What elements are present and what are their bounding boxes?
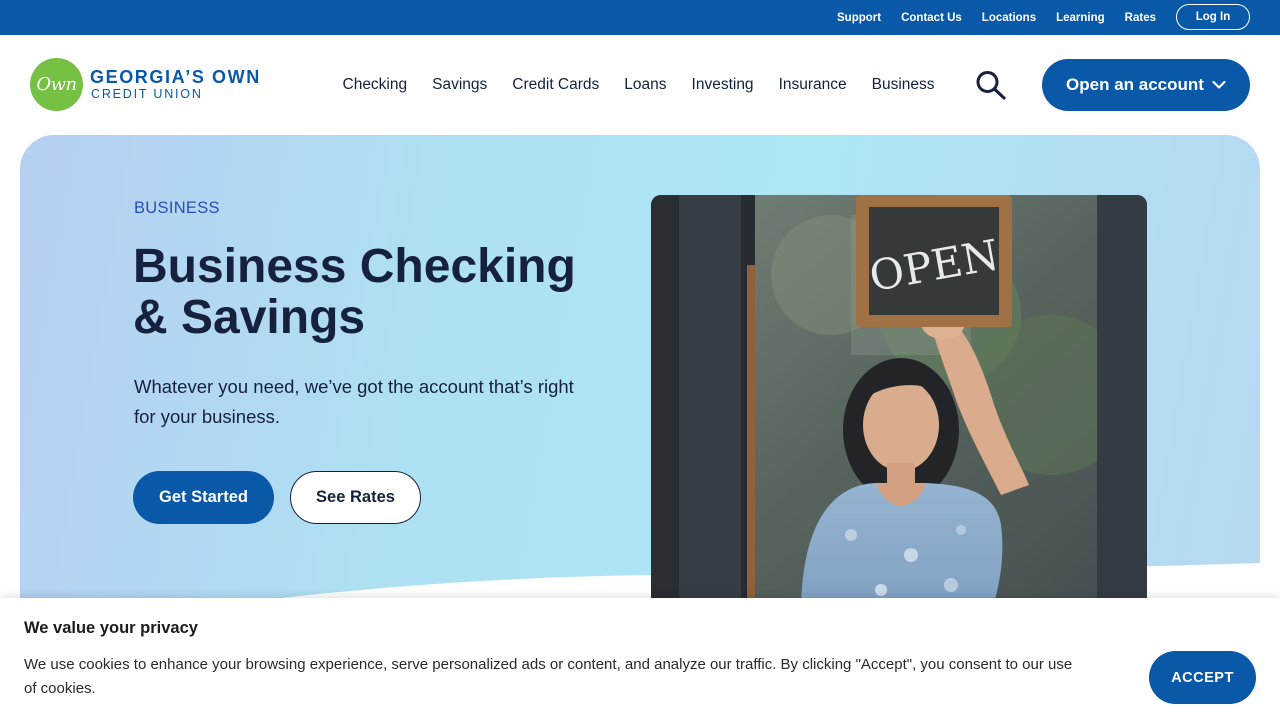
login-button[interactable]: Log In <box>1176 4 1250 30</box>
logo[interactable]: Own GEORGIA’S OWN CREDIT UNION <box>30 58 280 112</box>
search-button[interactable] <box>974 70 1008 100</box>
hero-eyebrow: BUSINESS <box>134 199 220 217</box>
hero-photo-illustration: OPEN <box>651 195 1147 615</box>
utility-link-rates[interactable]: Rates <box>1125 12 1156 24</box>
cookie-banner-title: We value your privacy <box>24 619 198 637</box>
nav-item-checking[interactable]: Checking <box>330 76 420 94</box>
nav-item-insurance[interactable]: Insurance <box>766 76 859 94</box>
get-started-button[interactable]: Get Started <box>133 471 274 524</box>
hero-section: BUSINESS Business Checking & Savings Wha… <box>20 135 1260 655</box>
chevron-down-icon <box>1212 80 1226 89</box>
nav-item-business[interactable]: Business <box>859 76 947 94</box>
nav-item-credit-cards[interactable]: Credit Cards <box>500 76 612 94</box>
cookie-banner: We value your privacy We use cookies to … <box>0 598 1280 720</box>
utility-link-locations[interactable]: Locations <box>982 12 1036 24</box>
hero-title: Business Checking & Savings <box>133 240 576 344</box>
cookie-banner-text: We use cookies to enhance your browsing … <box>24 656 1073 697</box>
main-header: Own GEORGIA’S OWN CREDIT UNION Checking … <box>0 35 1280 135</box>
logo-badge-text: Own <box>36 74 77 95</box>
logo-wordmark: GEORGIA’S OWN <box>90 67 261 87</box>
main-nav: Checking Savings Credit Cards Loans Inve… <box>330 35 947 135</box>
utility-link-contact-us[interactable]: Contact Us <box>901 12 962 24</box>
utility-link-learning[interactable]: Learning <box>1056 12 1105 24</box>
utility-link-support[interactable]: Support <box>837 12 881 24</box>
logo-badge: Own <box>30 58 83 111</box>
accept-cookies-button[interactable]: ACCEPT <box>1149 651 1256 704</box>
open-account-label: Open an account <box>1066 75 1204 94</box>
hero-photo: OPEN <box>651 195 1147 615</box>
open-account-button[interactable]: Open an account <box>1042 59 1250 111</box>
logo-subtitle: CREDIT UNION <box>91 87 203 101</box>
nav-item-investing[interactable]: Investing <box>679 76 766 94</box>
see-rates-button[interactable]: See Rates <box>290 471 421 524</box>
nav-item-savings[interactable]: Savings <box>420 76 500 94</box>
nav-item-loans[interactable]: Loans <box>612 76 679 94</box>
search-icon <box>976 71 1006 100</box>
hero-subtitle: Whatever you need, we’ve got the account… <box>134 376 574 427</box>
utility-bar: Support Contact Us Locations Learning Ra… <box>0 0 1280 35</box>
utility-links: Support Contact Us Locations Learning Ra… <box>837 0 1156 35</box>
